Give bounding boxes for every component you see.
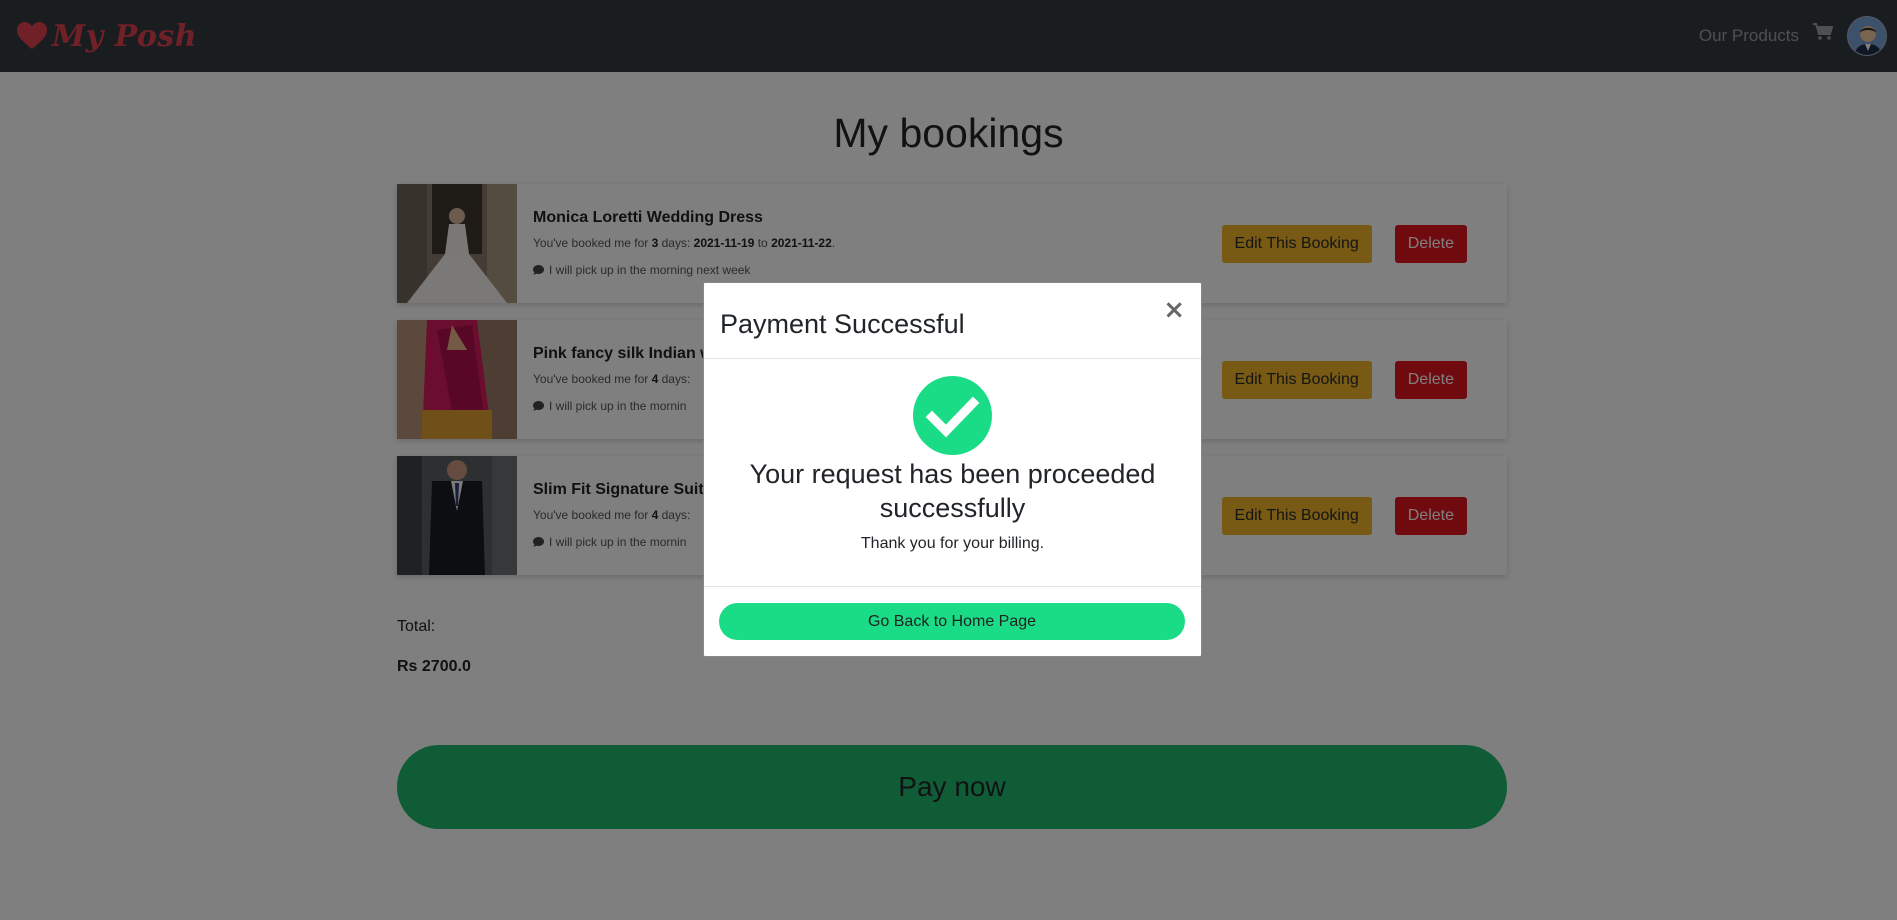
- close-icon[interactable]: ×: [1163, 297, 1185, 323]
- payment-success-modal: Payment Successful × Your request has be…: [703, 282, 1202, 657]
- go-home-button[interactable]: Go Back to Home Page: [719, 603, 1185, 640]
- modal-title: Payment Successful: [720, 308, 965, 339]
- modal-footer: Go Back to Home Page: [704, 587, 1201, 656]
- modal-header: Payment Successful ×: [704, 283, 1201, 359]
- modal-body: Your request has been proceeded successf…: [704, 359, 1201, 587]
- check-circle-icon: [913, 376, 992, 455]
- success-message: Thank you for your billing.: [860, 535, 1045, 552]
- success-heading: Your request has been proceeded successf…: [749, 459, 1156, 523]
